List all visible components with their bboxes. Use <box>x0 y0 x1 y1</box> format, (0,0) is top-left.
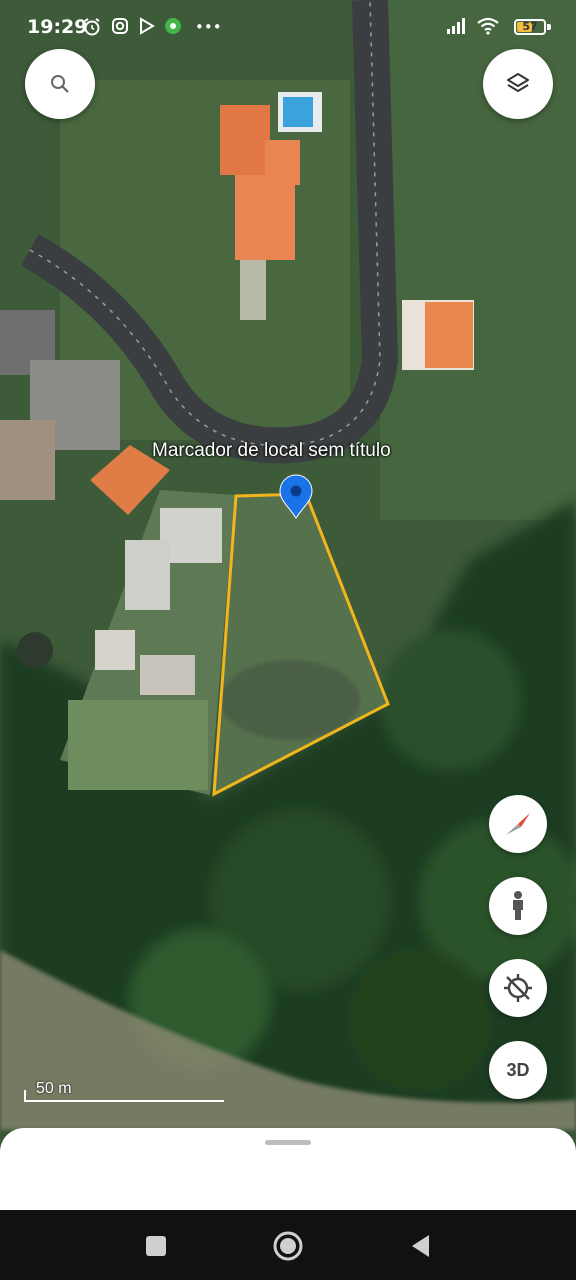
scale-bar: 50 m <box>24 1080 224 1102</box>
battery-icon: 57 <box>514 19 546 35</box>
compass-button[interactable] <box>489 795 547 853</box>
back-icon <box>412 1235 429 1257</box>
my-location-button[interactable] <box>489 959 547 1017</box>
location-off-icon <box>504 974 532 1002</box>
scale-label: 50 m <box>36 1080 72 1097</box>
bottom-sheet[interactable] <box>0 1128 576 1218</box>
play-icon <box>137 17 157 37</box>
instagram-icon <box>110 17 130 37</box>
navigation-bar <box>0 1210 576 1280</box>
recents-icon <box>146 1236 166 1256</box>
compass-icon <box>506 813 530 835</box>
alarm-icon <box>82 17 102 37</box>
app-badge-icon <box>163 17 183 37</box>
status-time: 19:29 <box>27 16 88 38</box>
signal-icon <box>446 17 466 37</box>
layers-button[interactable] <box>483 49 553 119</box>
3d-view-button[interactable]: 3D <box>489 1041 547 1099</box>
status-bar: 19:29 ••• 57 <box>0 0 576 56</box>
search-button[interactable] <box>25 49 95 119</box>
home-icon <box>273 1231 303 1261</box>
more-dots-icon: ••• <box>195 18 222 36</box>
home-button[interactable] <box>270 1228 306 1264</box>
layers-icon <box>507 73 529 92</box>
street-view-button[interactable] <box>489 877 547 935</box>
recents-button[interactable] <box>138 1228 174 1264</box>
back-button[interactable] <box>402 1228 438 1264</box>
wifi-icon <box>477 17 499 37</box>
battery-level-text: 57 <box>522 20 538 33</box>
sheet-drag-handle[interactable] <box>265 1140 311 1145</box>
search-icon <box>51 75 69 93</box>
3d-label: 3D <box>506 1059 530 1080</box>
pegman-icon <box>513 891 523 920</box>
placemark-label[interactable]: Marcador de local sem título <box>152 440 391 462</box>
battery-tip <box>547 24 551 30</box>
scale-line <box>24 1100 224 1102</box>
